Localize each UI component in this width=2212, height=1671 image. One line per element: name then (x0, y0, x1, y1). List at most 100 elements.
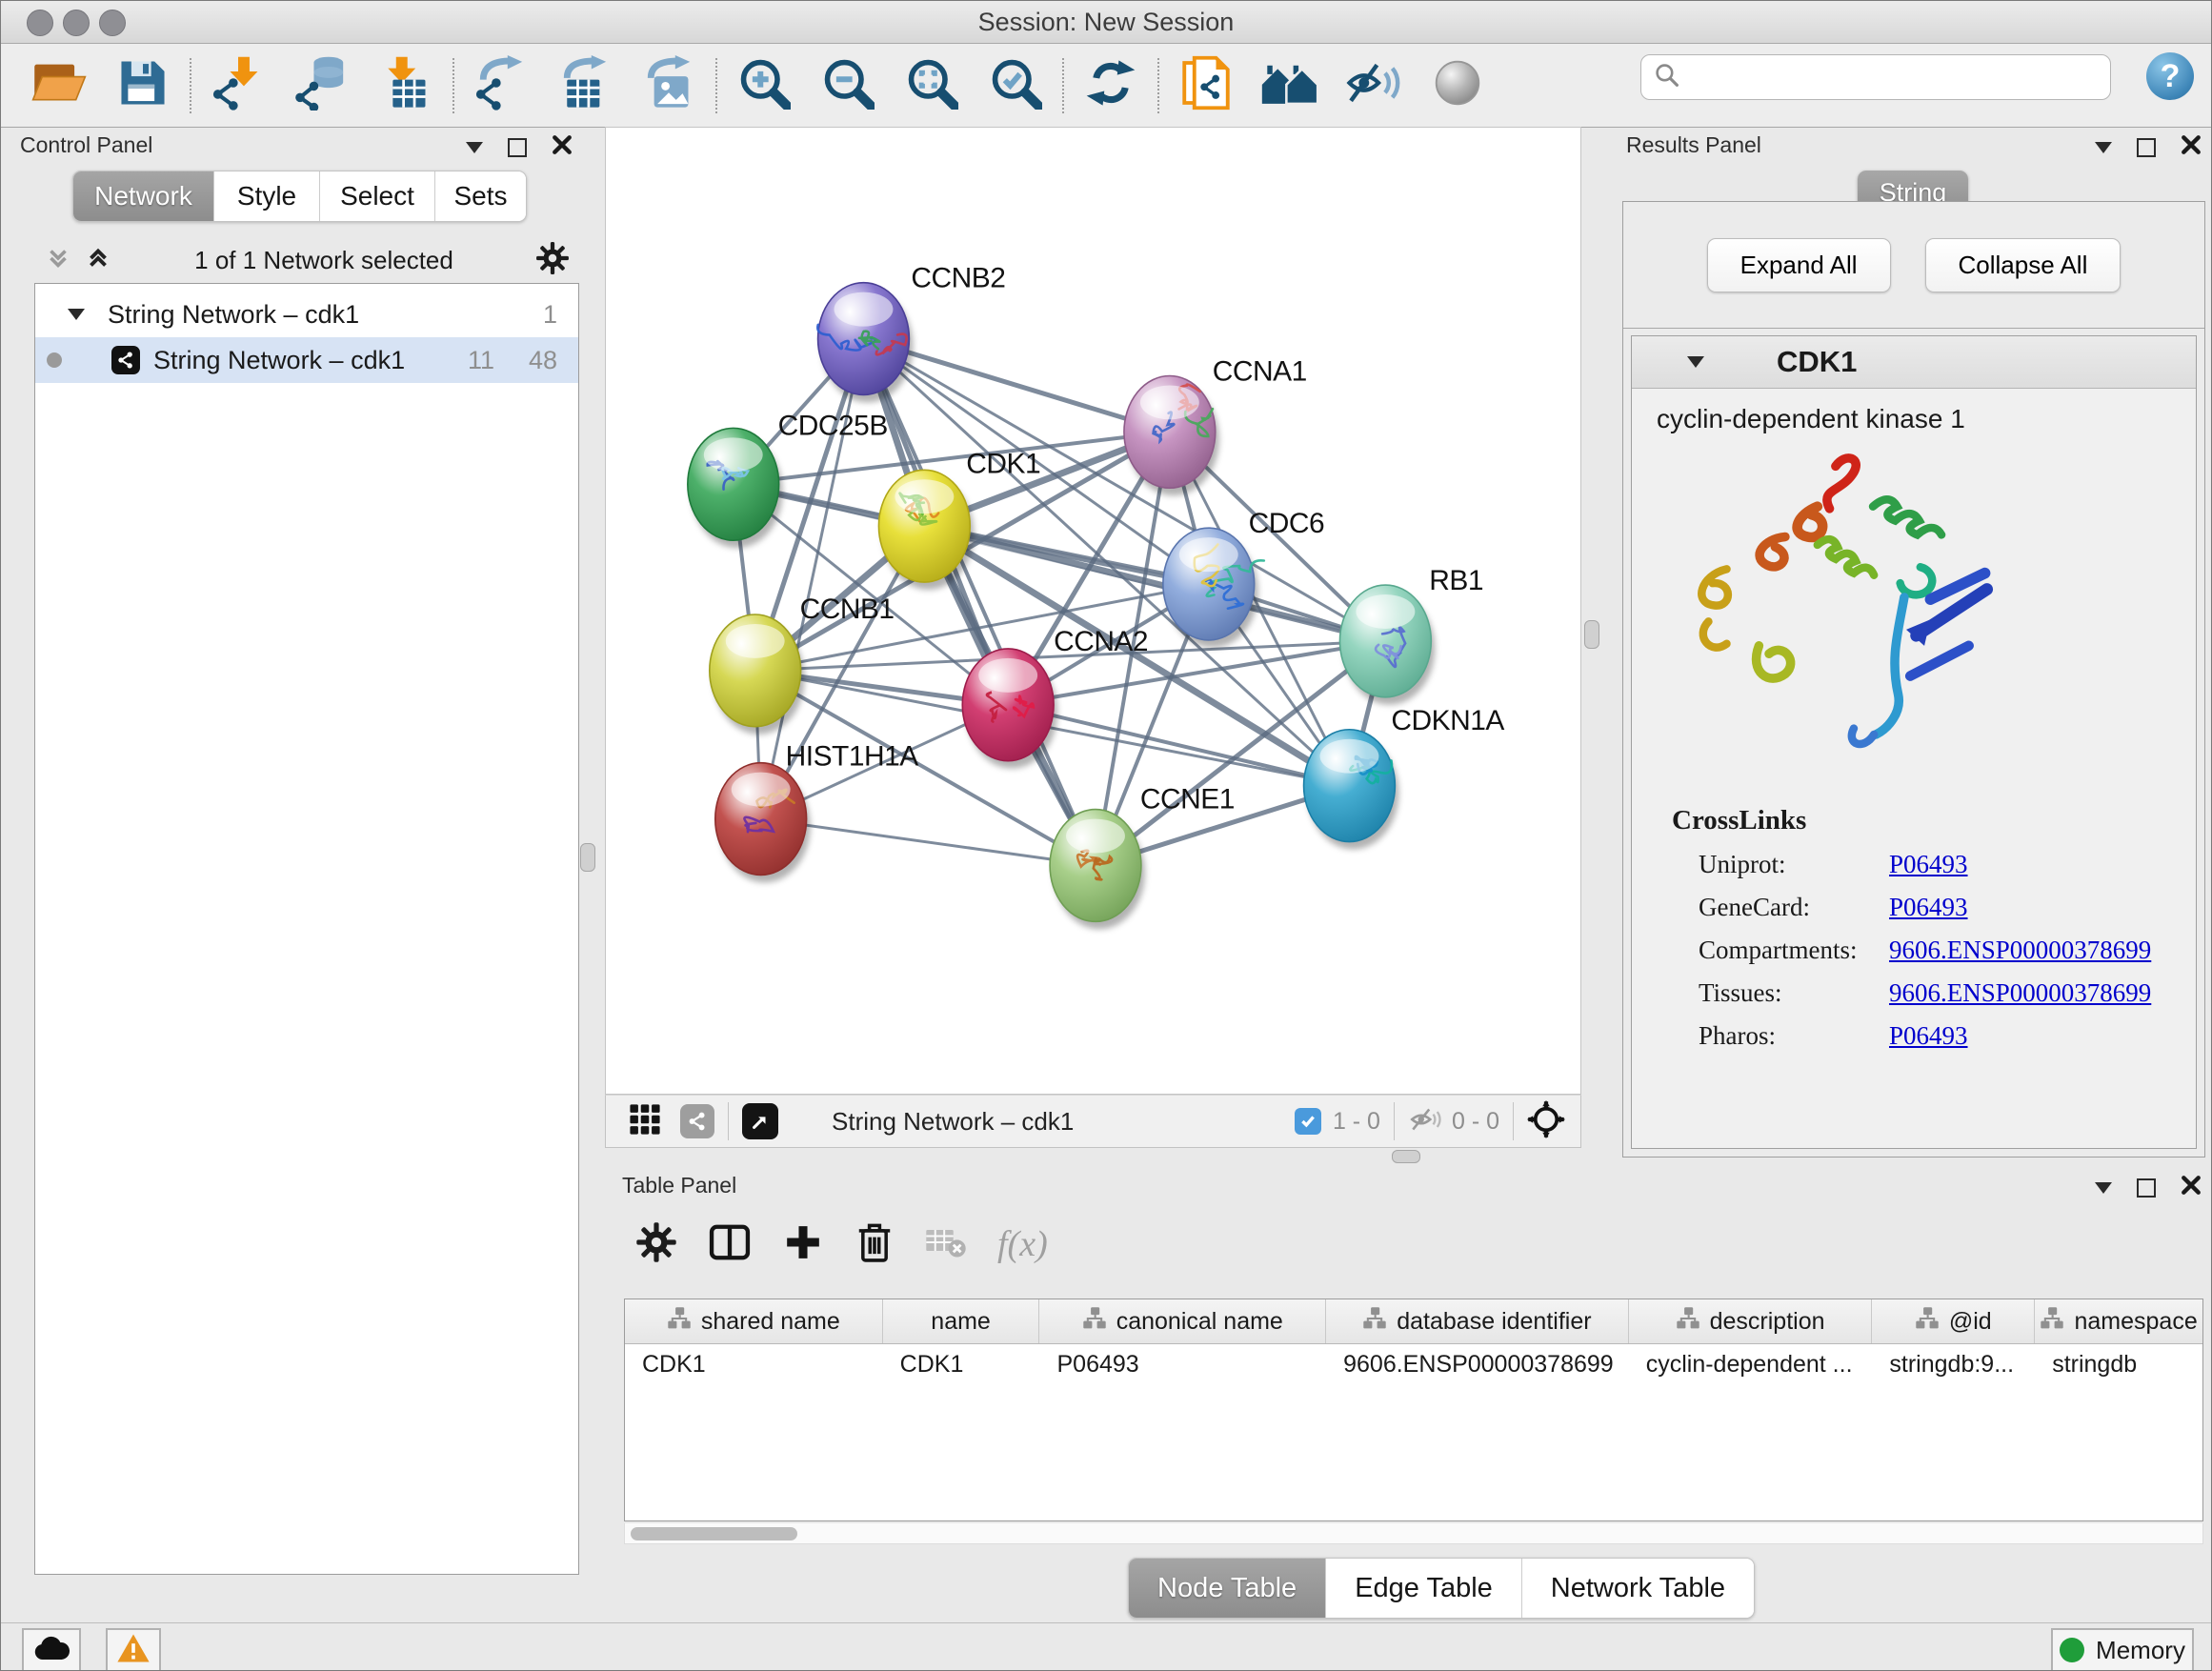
crosslink-link[interactable]: P06493 (1889, 1021, 1968, 1051)
collapse-panel-icon[interactable] (2095, 142, 2112, 153)
network-graph[interactable]: CCNB2CCNA1CDC25BCDK1CDC6RB1CCNB1CCNA2CDK… (606, 128, 1580, 1094)
search-input[interactable] (1689, 63, 2110, 91)
bottom-splitter-handle[interactable] (1392, 1150, 1420, 1163)
network-node-CCNE1[interactable] (1050, 810, 1145, 930)
column-header[interactable]: shared name (625, 1299, 883, 1343)
network-node-CDKN1A[interactable] (1304, 730, 1399, 850)
gear-icon[interactable] (535, 241, 570, 280)
cell-name[interactable]: CDK1 (883, 1344, 1040, 1384)
network-edge[interactable] (863, 339, 1096, 866)
right-splitter-handle[interactable] (1584, 620, 1599, 649)
expand-all-tree-icon[interactable] (44, 244, 72, 277)
column-header[interactable]: namespace (2035, 1299, 2202, 1343)
network-row[interactable]: String Network – cdk1 11 48 (35, 337, 578, 383)
tab-node-table[interactable]: Node Table (1129, 1559, 1326, 1618)
zoom-in-button[interactable] (734, 55, 794, 116)
selected-checkbox-icon[interactable] (1295, 1108, 1321, 1135)
cell-shared-name[interactable]: CDK1 (625, 1344, 883, 1384)
zoom-selected-button[interactable] (986, 55, 1045, 116)
save-session-button[interactable] (113, 55, 172, 116)
two-houses-icon (1260, 58, 1319, 112)
crosslink-link[interactable]: P06493 (1889, 850, 1968, 879)
network-edge[interactable] (1008, 705, 1349, 786)
network-edge[interactable] (761, 819, 1096, 866)
close-panel-icon[interactable] (2181, 1175, 2202, 1200)
memory-button[interactable]: Memory (2051, 1628, 2194, 1671)
home-pair-button[interactable] (1260, 55, 1319, 116)
left-splitter-handle[interactable] (580, 843, 595, 872)
import-table-file-button[interactable] (376, 55, 435, 116)
network-node-HIST1H1A[interactable] (715, 763, 811, 883)
float-panel-icon[interactable] (2137, 138, 2156, 157)
network-node-CDK1[interactable] (878, 470, 974, 590)
export-image-button[interactable] (639, 55, 698, 116)
collapse-panel-icon[interactable] (466, 142, 483, 153)
import-network-database-button[interactable] (292, 55, 352, 116)
zoom-out-button[interactable] (818, 55, 877, 116)
show-columns-icon[interactable] (708, 1220, 752, 1269)
crosslink-link[interactable]: 9606.ENSP00000378699 (1889, 936, 2151, 965)
gene-entry-header[interactable]: CDK1 (1632, 336, 2196, 389)
refresh-button[interactable] (1081, 55, 1140, 116)
scrollbar-thumb[interactable] (631, 1527, 797, 1540)
show-all-button[interactable] (1428, 55, 1487, 116)
expand-all-button[interactable]: Expand All (1707, 238, 1891, 292)
table-gear-icon[interactable] (635, 1221, 677, 1268)
export-network-button[interactable] (472, 55, 531, 116)
table-row[interactable]: CDK1 CDK1 P06493 9606.ENSP00000378699 cy… (625, 1344, 2202, 1384)
cell-description[interactable]: cyclin-dependent ... (1629, 1344, 1873, 1384)
network-canvas[interactable]: CCNB2CCNA1CDC25BCDK1CDC6RB1CCNB1CCNA2CDK… (605, 127, 1581, 1095)
float-panel-icon[interactable] (2137, 1178, 2156, 1198)
column-header[interactable]: canonical name (1039, 1299, 1326, 1343)
import-network-file-button[interactable] (209, 55, 268, 116)
column-header[interactable]: database identifier (1326, 1299, 1629, 1343)
network-node-CCNA2[interactable] (962, 649, 1057, 769)
float-panel-icon[interactable] (508, 138, 527, 157)
collapse-all-tree-icon[interactable] (84, 244, 112, 277)
fit-selected-target-icon[interactable] (1527, 1100, 1565, 1143)
tab-style[interactable]: Style (214, 171, 320, 221)
collapse-panel-icon[interactable] (2095, 1182, 2112, 1194)
collection-expand-icon[interactable] (68, 309, 85, 320)
zoom-fit-button[interactable] (902, 55, 961, 116)
crosslink-link[interactable]: P06493 (1889, 893, 1968, 922)
grid-view-icon[interactable] (629, 1103, 661, 1140)
cloud-status-button[interactable] (22, 1628, 81, 1671)
crosslink-link[interactable]: 9606.ENSP00000378699 (1889, 978, 2151, 1008)
network-node-CCNA1[interactable] (1124, 375, 1219, 495)
network-node-CCNB2[interactable] (817, 283, 913, 403)
network-collection-row[interactable]: String Network – cdk1 1 (35, 292, 578, 337)
hidden-eye-icon[interactable] (1408, 1105, 1442, 1138)
protein-structure-image (1666, 448, 2009, 781)
column-header[interactable]: @id (1872, 1299, 2035, 1343)
cell-canonical-name[interactable]: P06493 (1039, 1344, 1326, 1384)
network-node-CCNB1[interactable] (710, 614, 805, 735)
search-field[interactable] (1640, 54, 2111, 100)
warnings-button[interactable] (106, 1628, 161, 1671)
import-string-network-button[interactable] (1176, 55, 1236, 116)
share-view-icon[interactable] (680, 1104, 714, 1138)
cell-namespace[interactable]: stringdb (2035, 1344, 2202, 1384)
tab-network[interactable]: Network (73, 171, 214, 221)
close-panel-icon[interactable] (2181, 134, 2202, 160)
delete-column-trash-icon[interactable] (855, 1220, 895, 1269)
tab-sets[interactable]: Sets (435, 171, 526, 221)
tab-edge-table[interactable]: Edge Table (1326, 1559, 1522, 1618)
column-header[interactable]: description (1629, 1299, 1873, 1343)
cell-database-identifier[interactable]: 9606.ENSP00000378699 (1326, 1344, 1629, 1384)
collapse-all-button[interactable]: Collapse All (1925, 238, 2122, 292)
tab-select[interactable]: Select (320, 171, 435, 221)
network-node-RB1[interactable] (1339, 585, 1435, 705)
close-panel-icon[interactable] (552, 134, 573, 160)
open-session-button[interactable] (30, 55, 89, 116)
detach-view-icon[interactable] (742, 1103, 778, 1139)
tab-network-table[interactable]: Network Table (1522, 1559, 1754, 1618)
table-horizontal-scrollbar[interactable] (624, 1523, 2203, 1544)
help-button[interactable]: ? (2146, 52, 2194, 100)
cell-id[interactable]: stringdb:9... (1872, 1344, 2035, 1384)
entry-expand-icon[interactable] (1687, 356, 1704, 368)
hide-selected-button[interactable] (1344, 55, 1403, 116)
column-header[interactable]: name (883, 1299, 1040, 1343)
export-table-button[interactable] (555, 55, 614, 116)
add-column-icon[interactable] (782, 1221, 824, 1268)
